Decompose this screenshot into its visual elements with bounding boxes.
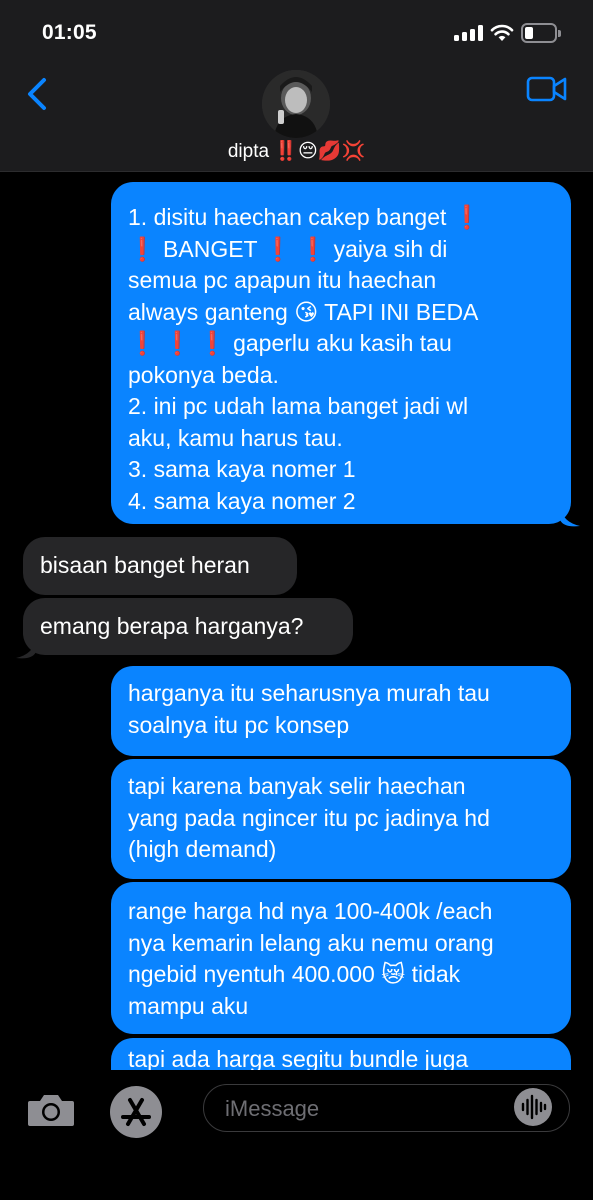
- imessage-input[interactable]: iMessage: [203, 1084, 570, 1132]
- message-bubble-sent[interactable]: tapi karena banyak selir haechan yang pa…: [111, 759, 571, 879]
- facetime-video-icon[interactable]: [526, 74, 568, 104]
- back-chevron-icon[interactable]: [24, 74, 52, 114]
- message-bubble-sent[interactable]: harganya itu seharusnya murah tau soalny…: [111, 666, 571, 756]
- conversation-header: 01:05 dipta ‼️😔💋💢: [0, 0, 593, 172]
- message-bubble-received[interactable]: emang berapa harganya?: [23, 598, 353, 655]
- contact-avatar[interactable]: [262, 70, 330, 138]
- contact-name[interactable]: dipta ‼️😔💋💢: [0, 139, 593, 163]
- status-time: 01:05: [42, 21, 97, 44]
- audio-message-icon[interactable]: [514, 1088, 552, 1126]
- bubble-tail: [560, 506, 580, 527]
- bubble-tail: [16, 638, 36, 659]
- message-bubble-received[interactable]: bisaan banget heran: [23, 537, 297, 595]
- app-store-icon[interactable]: [110, 1086, 162, 1138]
- battery-level: [525, 27, 533, 39]
- wifi-icon: [490, 24, 514, 41]
- status-bar: 01:05: [0, 0, 593, 60]
- message-bubble-sent[interactable]: 1. disitu haechan cakep banget ❗ ❗ BANGE…: [111, 182, 571, 524]
- cellular-signal-icon: [454, 25, 484, 41]
- message-thread[interactable]: 1. disitu haechan cakep banget ❗ ❗ BANGE…: [0, 172, 593, 1070]
- battery-icon: [521, 23, 561, 43]
- input-placeholder: iMessage: [225, 1096, 320, 1121]
- camera-icon[interactable]: [26, 1092, 76, 1128]
- message-bubble-sent[interactable]: tapi ada harga segitu bundle juga: [111, 1038, 571, 1070]
- compose-bar: iMessage: [0, 1070, 593, 1200]
- avatar-photo: [262, 70, 330, 138]
- message-bubble-sent[interactable]: range harga hd nya 100-400k /each nya ke…: [111, 882, 571, 1034]
